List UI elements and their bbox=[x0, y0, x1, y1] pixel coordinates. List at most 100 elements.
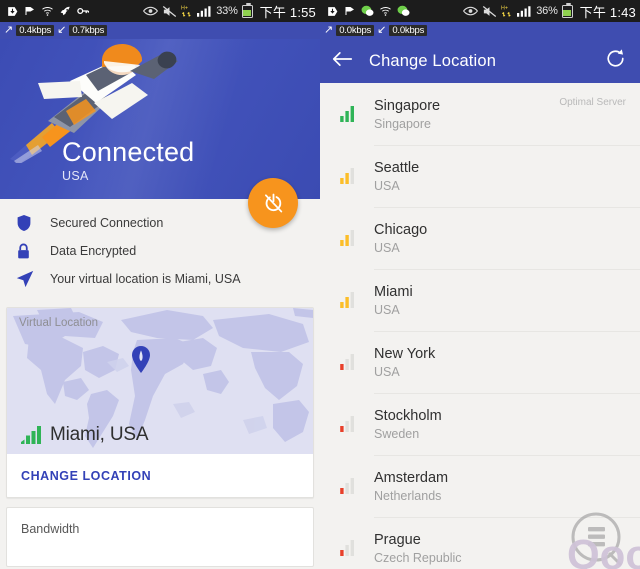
server-country: Netherlands bbox=[374, 489, 442, 504]
status-item-label: Secured Connection bbox=[50, 216, 164, 230]
signal-icon bbox=[197, 5, 211, 17]
dual-screenshot: H+ 33% 下午 1:55 ↗ 0.4kbps ↙ 0.7kbps Conne… bbox=[0, 0, 640, 569]
signal-bars-icon bbox=[336, 167, 374, 185]
server-country: USA bbox=[374, 241, 400, 256]
server-list-item[interactable]: Amsterdam Netherlands bbox=[320, 455, 640, 517]
download-badge-icon bbox=[8, 6, 18, 16]
lock-icon bbox=[16, 242, 50, 260]
flag-icon bbox=[345, 7, 354, 15]
map-card-label: Virtual Location bbox=[19, 317, 99, 329]
server-name: Miami bbox=[374, 283, 413, 300]
server-text: Prague Czech Republic bbox=[374, 531, 626, 565]
server-list-item[interactable]: Stockholm Sweden bbox=[320, 393, 640, 455]
download-badge-icon bbox=[328, 6, 338, 16]
signal-bars-icon bbox=[336, 539, 374, 557]
server-list-item[interactable]: Miami USA bbox=[320, 269, 640, 331]
left-download-speed: 0.7kbps bbox=[69, 25, 108, 36]
server-text: Miami USA bbox=[374, 283, 626, 317]
server-list-item[interactable]: New York USA bbox=[320, 331, 640, 393]
server-text: Seattle USA bbox=[374, 159, 626, 193]
hspa-icon: H+ bbox=[501, 6, 511, 17]
server-text: Stockholm Sweden bbox=[374, 407, 626, 441]
download-arrow-icon: ↙ bbox=[377, 24, 387, 36]
map-pin-icon bbox=[132, 346, 150, 373]
appbar-title: Change Location bbox=[369, 51, 497, 70]
server-list-item[interactable]: Prague Czech Republic bbox=[320, 517, 640, 569]
signal-bars-icon bbox=[336, 229, 374, 247]
navigation-arrow-icon bbox=[16, 270, 50, 288]
server-list: Singapore Singapore Optimal Server Seattle U… bbox=[320, 83, 640, 569]
change-location-label: CHANGE LOCATION bbox=[21, 468, 152, 483]
server-country: USA bbox=[374, 303, 400, 318]
svg-text:H+: H+ bbox=[501, 6, 508, 12]
server-country: Singapore bbox=[374, 117, 431, 132]
svg-text:H+: H+ bbox=[181, 6, 188, 12]
server-name: Chicago bbox=[374, 221, 428, 238]
refresh-button[interactable] bbox=[605, 48, 626, 74]
optimal-server-tag: Optimal Server bbox=[559, 97, 626, 108]
left-status-icons bbox=[6, 5, 90, 18]
server-name: Prague bbox=[374, 531, 421, 548]
power-off-icon bbox=[264, 193, 282, 212]
left-network-speed-bar: ↗ 0.4kbps ↙ 0.7kbps bbox=[0, 22, 320, 39]
status-item-label: Data Encrypted bbox=[50, 244, 137, 258]
server-country: USA bbox=[374, 179, 400, 194]
shield-icon bbox=[16, 214, 50, 232]
power-toggle-fab[interactable] bbox=[248, 178, 298, 228]
rocket-icon bbox=[60, 6, 71, 15]
signal-bars-icon bbox=[336, 415, 374, 433]
wifi-icon bbox=[380, 7, 391, 16]
server-list-item[interactable]: Singapore Singapore Optimal Server bbox=[320, 83, 640, 145]
right-status-bar: H+ 36% 下午 1:43 bbox=[320, 0, 640, 22]
change-location-button[interactable]: CHANGE LOCATION bbox=[7, 454, 313, 497]
upload-arrow-icon: ↗ bbox=[4, 24, 14, 36]
server-country: Sweden bbox=[374, 427, 420, 442]
left-status-bar: H+ 33% 下午 1:55 bbox=[0, 0, 320, 22]
flag-icon bbox=[25, 7, 34, 15]
signal-bars-icon bbox=[336, 353, 374, 371]
right-battery-percent: 36% bbox=[536, 5, 558, 17]
download-arrow-icon: ↙ bbox=[57, 24, 67, 36]
left-battery-percent: 33% bbox=[216, 5, 238, 17]
battery-icon bbox=[241, 2, 253, 18]
left-status-right: H+ 33% 下午 1:55 bbox=[143, 2, 316, 21]
right-upload-speed: 0.0kbps bbox=[336, 25, 375, 36]
right-clock: 下午 1:43 bbox=[579, 4, 636, 20]
server-name: Stockholm bbox=[374, 407, 442, 424]
status-item-label: Your virtual location is Miami, USA bbox=[50, 272, 241, 286]
refresh-icon bbox=[607, 49, 624, 67]
virtual-location-card: Virtual Location Miami, USA CHANGE LOCAT… bbox=[6, 307, 314, 498]
map-city-name: Miami, USA bbox=[50, 424, 149, 445]
change-location-appbar: Change Location bbox=[320, 39, 640, 83]
server-name: New York bbox=[374, 345, 436, 362]
bandwidth-card: Bandwidth bbox=[6, 507, 314, 567]
server-list-item[interactable]: Seattle USA bbox=[320, 145, 640, 207]
left-clock: 下午 1:55 bbox=[259, 4, 316, 20]
server-text: Singapore Singapore bbox=[374, 97, 559, 131]
signal-bars-icon bbox=[336, 105, 374, 123]
server-country: USA bbox=[374, 365, 400, 380]
right-download-speed: 0.0kbps bbox=[389, 25, 428, 36]
signal-bars-icon bbox=[336, 477, 374, 495]
server-text: New York USA bbox=[374, 345, 626, 379]
connection-status-country: USA bbox=[62, 169, 89, 183]
server-name: Amsterdam bbox=[374, 469, 449, 486]
upload-arrow-icon: ↗ bbox=[324, 24, 334, 36]
back-button[interactable] bbox=[332, 50, 353, 73]
mute-icon bbox=[483, 5, 497, 17]
battery-icon bbox=[561, 2, 573, 18]
server-text: Amsterdam Netherlands bbox=[374, 469, 626, 503]
server-list-item[interactable]: Chicago USA bbox=[320, 207, 640, 269]
wifi-icon bbox=[42, 7, 53, 16]
bandwidth-title: Bandwidth bbox=[21, 522, 80, 536]
right-status-icons bbox=[326, 5, 410, 18]
status-item-encrypted: Data Encrypted bbox=[0, 237, 320, 265]
map-current-city: Miami, USA bbox=[21, 424, 148, 446]
eye-icon bbox=[463, 6, 479, 16]
world-map: Virtual Location Miami, USA bbox=[7, 308, 313, 454]
right-panel-change-location: H+ 36% 下午 1:43 ↗ 0.0kbps ↙ 0.0kbps Chang… bbox=[320, 0, 640, 569]
left-panel-vpn-home: H+ 33% 下午 1:55 ↗ 0.4kbps ↙ 0.7kbps Conne… bbox=[0, 0, 320, 569]
connection-hero: Connected USA bbox=[0, 39, 320, 199]
signal-bars-icon bbox=[336, 291, 374, 309]
back-arrow-icon bbox=[332, 51, 353, 66]
